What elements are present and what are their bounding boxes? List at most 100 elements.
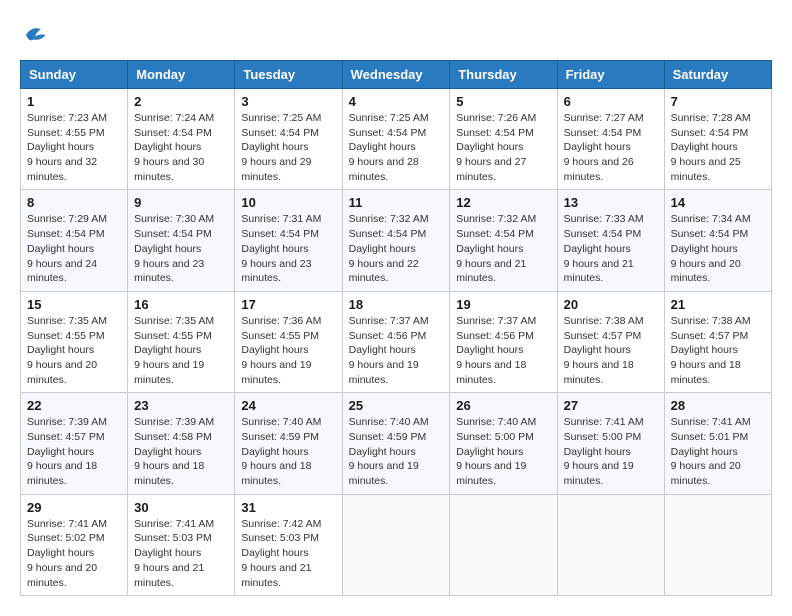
day-info: Sunrise: 7:36 AM Sunset: 4:55 PM Dayligh…: [241, 314, 335, 387]
calendar-day-23: 23 Sunrise: 7:39 AM Sunset: 4:58 PM Dayl…: [128, 393, 235, 494]
calendar-day-3: 3 Sunrise: 7:25 AM Sunset: 4:54 PM Dayli…: [235, 89, 342, 190]
calendar-day-9: 9 Sunrise: 7:30 AM Sunset: 4:54 PM Dayli…: [128, 190, 235, 291]
day-number: 1: [27, 94, 121, 109]
calendar-day-28: 28 Sunrise: 7:41 AM Sunset: 5:01 PM Dayl…: [664, 393, 771, 494]
calendar-day-1: 1 Sunrise: 7:23 AM Sunset: 4:55 PM Dayli…: [21, 89, 128, 190]
day-number: 30: [134, 500, 228, 515]
day-number: 5: [456, 94, 550, 109]
day-number: 22: [27, 398, 121, 413]
day-info: Sunrise: 7:37 AM Sunset: 4:56 PM Dayligh…: [456, 314, 550, 387]
calendar-day-19: 19 Sunrise: 7:37 AM Sunset: 4:56 PM Dayl…: [450, 291, 557, 392]
weekday-monday: Monday: [128, 61, 235, 89]
calendar-day-16: 16 Sunrise: 7:35 AM Sunset: 4:55 PM Dayl…: [128, 291, 235, 392]
day-number: 11: [349, 195, 444, 210]
day-info: Sunrise: 7:28 AM Sunset: 4:54 PM Dayligh…: [671, 111, 765, 184]
calendar-day-21: 21 Sunrise: 7:38 AM Sunset: 4:57 PM Dayl…: [664, 291, 771, 392]
weekday-tuesday: Tuesday: [235, 61, 342, 89]
page-header: [20, 20, 772, 50]
day-info: Sunrise: 7:35 AM Sunset: 4:55 PM Dayligh…: [27, 314, 121, 387]
calendar-day-15: 15 Sunrise: 7:35 AM Sunset: 4:55 PM Dayl…: [21, 291, 128, 392]
calendar-week-5: 29 Sunrise: 7:41 AM Sunset: 5:02 PM Dayl…: [21, 494, 772, 595]
day-info: Sunrise: 7:25 AM Sunset: 4:54 PM Dayligh…: [349, 111, 444, 184]
calendar-day-20: 20 Sunrise: 7:38 AM Sunset: 4:57 PM Dayl…: [557, 291, 664, 392]
calendar-day-2: 2 Sunrise: 7:24 AM Sunset: 4:54 PM Dayli…: [128, 89, 235, 190]
day-number: 18: [349, 297, 444, 312]
calendar-day-24: 24 Sunrise: 7:40 AM Sunset: 4:59 PM Dayl…: [235, 393, 342, 494]
calendar-week-3: 15 Sunrise: 7:35 AM Sunset: 4:55 PM Dayl…: [21, 291, 772, 392]
day-info: Sunrise: 7:25 AM Sunset: 4:54 PM Dayligh…: [241, 111, 335, 184]
day-info: Sunrise: 7:32 AM Sunset: 4:54 PM Dayligh…: [456, 212, 550, 285]
day-info: Sunrise: 7:27 AM Sunset: 4:54 PM Dayligh…: [564, 111, 658, 184]
day-number: 4: [349, 94, 444, 109]
day-info: Sunrise: 7:38 AM Sunset: 4:57 PM Dayligh…: [671, 314, 765, 387]
day-number: 25: [349, 398, 444, 413]
day-number: 2: [134, 94, 228, 109]
day-number: 9: [134, 195, 228, 210]
day-info: Sunrise: 7:40 AM Sunset: 5:00 PM Dayligh…: [456, 415, 550, 488]
day-info: Sunrise: 7:41 AM Sunset: 5:03 PM Dayligh…: [134, 517, 228, 590]
empty-cell: [557, 494, 664, 595]
day-number: 17: [241, 297, 335, 312]
day-number: 6: [564, 94, 658, 109]
weekday-header-row: SundayMondayTuesdayWednesdayThursdayFrid…: [21, 61, 772, 89]
calendar-day-8: 8 Sunrise: 7:29 AM Sunset: 4:54 PM Dayli…: [21, 190, 128, 291]
day-info: Sunrise: 7:42 AM Sunset: 5:03 PM Dayligh…: [241, 517, 335, 590]
calendar-day-4: 4 Sunrise: 7:25 AM Sunset: 4:54 PM Dayli…: [342, 89, 450, 190]
calendar-day-26: 26 Sunrise: 7:40 AM Sunset: 5:00 PM Dayl…: [450, 393, 557, 494]
calendar-day-6: 6 Sunrise: 7:27 AM Sunset: 4:54 PM Dayli…: [557, 89, 664, 190]
empty-cell: [450, 494, 557, 595]
calendar-day-12: 12 Sunrise: 7:32 AM Sunset: 4:54 PM Dayl…: [450, 190, 557, 291]
calendar-week-4: 22 Sunrise: 7:39 AM Sunset: 4:57 PM Dayl…: [21, 393, 772, 494]
day-info: Sunrise: 7:33 AM Sunset: 4:54 PM Dayligh…: [564, 212, 658, 285]
calendar-day-13: 13 Sunrise: 7:33 AM Sunset: 4:54 PM Dayl…: [557, 190, 664, 291]
day-number: 10: [241, 195, 335, 210]
day-number: 12: [456, 195, 550, 210]
day-number: 7: [671, 94, 765, 109]
day-number: 29: [27, 500, 121, 515]
day-number: 31: [241, 500, 335, 515]
day-number: 20: [564, 297, 658, 312]
empty-cell: [342, 494, 450, 595]
day-info: Sunrise: 7:30 AM Sunset: 4:54 PM Dayligh…: [134, 212, 228, 285]
logo-icon: [20, 20, 50, 50]
day-number: 3: [241, 94, 335, 109]
day-info: Sunrise: 7:40 AM Sunset: 4:59 PM Dayligh…: [241, 415, 335, 488]
calendar-table: SundayMondayTuesdayWednesdayThursdayFrid…: [20, 60, 772, 596]
day-number: 28: [671, 398, 765, 413]
day-info: Sunrise: 7:35 AM Sunset: 4:55 PM Dayligh…: [134, 314, 228, 387]
day-number: 16: [134, 297, 228, 312]
day-info: Sunrise: 7:40 AM Sunset: 4:59 PM Dayligh…: [349, 415, 444, 488]
day-info: Sunrise: 7:39 AM Sunset: 4:57 PM Dayligh…: [27, 415, 121, 488]
day-info: Sunrise: 7:41 AM Sunset: 5:02 PM Dayligh…: [27, 517, 121, 590]
calendar-day-5: 5 Sunrise: 7:26 AM Sunset: 4:54 PM Dayli…: [450, 89, 557, 190]
day-number: 14: [671, 195, 765, 210]
calendar-week-1: 1 Sunrise: 7:23 AM Sunset: 4:55 PM Dayli…: [21, 89, 772, 190]
calendar-day-14: 14 Sunrise: 7:34 AM Sunset: 4:54 PM Dayl…: [664, 190, 771, 291]
calendar-day-30: 30 Sunrise: 7:41 AM Sunset: 5:03 PM Dayl…: [128, 494, 235, 595]
empty-cell: [664, 494, 771, 595]
day-info: Sunrise: 7:24 AM Sunset: 4:54 PM Dayligh…: [134, 111, 228, 184]
day-info: Sunrise: 7:38 AM Sunset: 4:57 PM Dayligh…: [564, 314, 658, 387]
weekday-saturday: Saturday: [664, 61, 771, 89]
day-info: Sunrise: 7:32 AM Sunset: 4:54 PM Dayligh…: [349, 212, 444, 285]
day-info: Sunrise: 7:41 AM Sunset: 5:00 PM Dayligh…: [564, 415, 658, 488]
day-info: Sunrise: 7:23 AM Sunset: 4:55 PM Dayligh…: [27, 111, 121, 184]
day-info: Sunrise: 7:31 AM Sunset: 4:54 PM Dayligh…: [241, 212, 335, 285]
weekday-wednesday: Wednesday: [342, 61, 450, 89]
weekday-sunday: Sunday: [21, 61, 128, 89]
logo: [20, 20, 54, 50]
calendar-week-2: 8 Sunrise: 7:29 AM Sunset: 4:54 PM Dayli…: [21, 190, 772, 291]
calendar-day-31: 31 Sunrise: 7:42 AM Sunset: 5:03 PM Dayl…: [235, 494, 342, 595]
calendar-day-29: 29 Sunrise: 7:41 AM Sunset: 5:02 PM Dayl…: [21, 494, 128, 595]
day-number: 21: [671, 297, 765, 312]
day-info: Sunrise: 7:37 AM Sunset: 4:56 PM Dayligh…: [349, 314, 444, 387]
calendar-day-17: 17 Sunrise: 7:36 AM Sunset: 4:55 PM Dayl…: [235, 291, 342, 392]
day-number: 19: [456, 297, 550, 312]
day-info: Sunrise: 7:34 AM Sunset: 4:54 PM Dayligh…: [671, 212, 765, 285]
calendar-day-7: 7 Sunrise: 7:28 AM Sunset: 4:54 PM Dayli…: [664, 89, 771, 190]
day-number: 23: [134, 398, 228, 413]
day-number: 26: [456, 398, 550, 413]
weekday-friday: Friday: [557, 61, 664, 89]
calendar-day-27: 27 Sunrise: 7:41 AM Sunset: 5:00 PM Dayl…: [557, 393, 664, 494]
day-number: 27: [564, 398, 658, 413]
